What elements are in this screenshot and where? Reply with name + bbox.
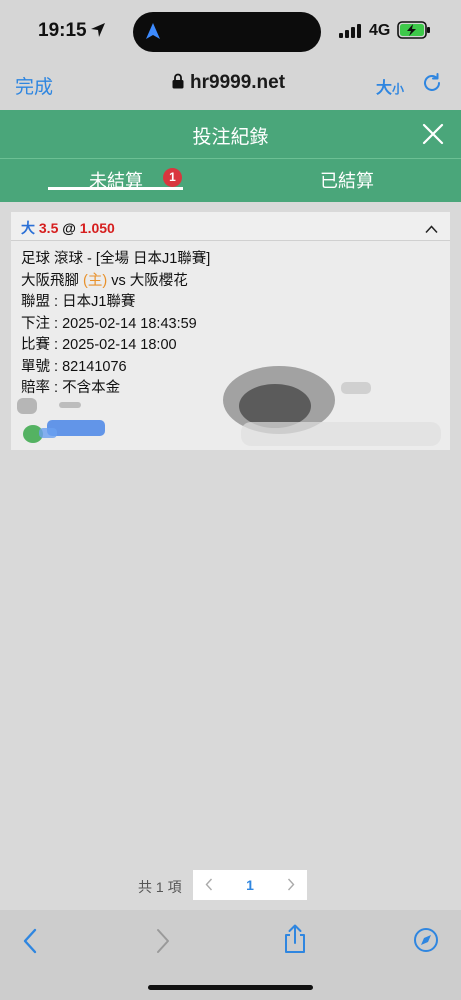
status-bar: 19:15 4G <box>0 0 461 62</box>
bet-card-header[interactable]: 大 3.5 @ 1.050 <box>11 212 450 241</box>
chevron-right-icon[interactable] <box>287 878 295 896</box>
url-text: hr9999.net <box>190 72 286 93</box>
bet-details: 足球 滾球 - [全場 日本J1聯賽] 大阪飛腳 (主) vs 大阪櫻花 聯盟 … <box>21 249 210 400</box>
home-team: 大阪飛腳 <box>21 272 79 289</box>
ticket-number-line: 單號 : 82141076 <box>21 358 127 375</box>
location-arrow-icon <box>90 22 106 43</box>
bet-at: @ <box>62 220 76 236</box>
home-tag: (主) <box>83 272 108 289</box>
text-size-button[interactable]: 大小 <box>376 74 404 98</box>
tab-settled[interactable]: 已結算 <box>320 167 374 193</box>
forward-icon[interactable] <box>155 928 171 959</box>
home-indicator <box>148 985 313 990</box>
bet-summary: 大 3.5 @ 1.050 <box>21 218 115 238</box>
sport-line: 足球 滾球 - [全場 日本J1聯賽] <box>21 251 211 267</box>
network-label: 4G <box>369 22 391 39</box>
modal-header: 投注紀錄 <box>0 110 461 158</box>
pagination: 1 <box>193 870 307 900</box>
away-team: 大阪櫻花 <box>129 272 188 289</box>
bet-line: 3.5 <box>38 220 59 236</box>
chevron-up-icon[interactable] <box>425 221 438 239</box>
text-size-big: 大 <box>376 80 393 97</box>
vs-label: vs <box>111 272 126 289</box>
status-time: 19:15 <box>38 20 87 41</box>
bet-odds: 1.050 <box>79 220 115 236</box>
unsettled-count-badge: 1 <box>163 168 182 187</box>
match-time-line: 比賽 : 2025-02-14 18:00 <box>21 337 177 353</box>
pagination-total: 共 1 項 <box>138 879 182 895</box>
active-tab-indicator <box>48 187 183 190</box>
close-icon[interactable] <box>422 123 444 150</box>
text-size-small: 小 <box>392 82 405 96</box>
browser-toolbar <box>0 910 461 1000</box>
back-icon[interactable] <box>22 928 38 959</box>
redaction-scribble-right <box>223 366 441 446</box>
signal-icon <box>339 24 363 43</box>
compass-icon[interactable] <box>413 927 439 958</box>
lock-icon <box>172 73 184 94</box>
navigation-icon <box>145 22 161 45</box>
dynamic-island <box>133 12 321 52</box>
placed-time-line: 下注 : 2025-02-14 18:43:59 <box>21 315 197 332</box>
reload-icon[interactable] <box>421 72 443 99</box>
page-title: 投注紀錄 <box>192 127 269 148</box>
bet-pick: 大 <box>21 220 35 236</box>
match-teams: 大阪飛腳 (主) vs 大阪櫻花 <box>21 271 210 293</box>
address-bar[interactable]: hr9999.net <box>172 72 285 94</box>
battery-charging-icon <box>397 21 431 44</box>
league-line: 聯盟 : 日本J1聯賽 <box>21 294 136 310</box>
bet-card: 大 3.5 @ 1.050 足球 滾球 - [全場 日本J1聯賽] 大阪飛腳 (… <box>11 212 450 450</box>
tabs-bar: 未結算 已結算 <box>0 158 461 202</box>
browser-bar: 完成 hr9999.net 大小 <box>0 62 461 110</box>
redaction-scribble-left <box>17 398 105 443</box>
share-icon[interactable] <box>283 924 307 959</box>
done-button[interactable]: 完成 <box>15 72 53 99</box>
